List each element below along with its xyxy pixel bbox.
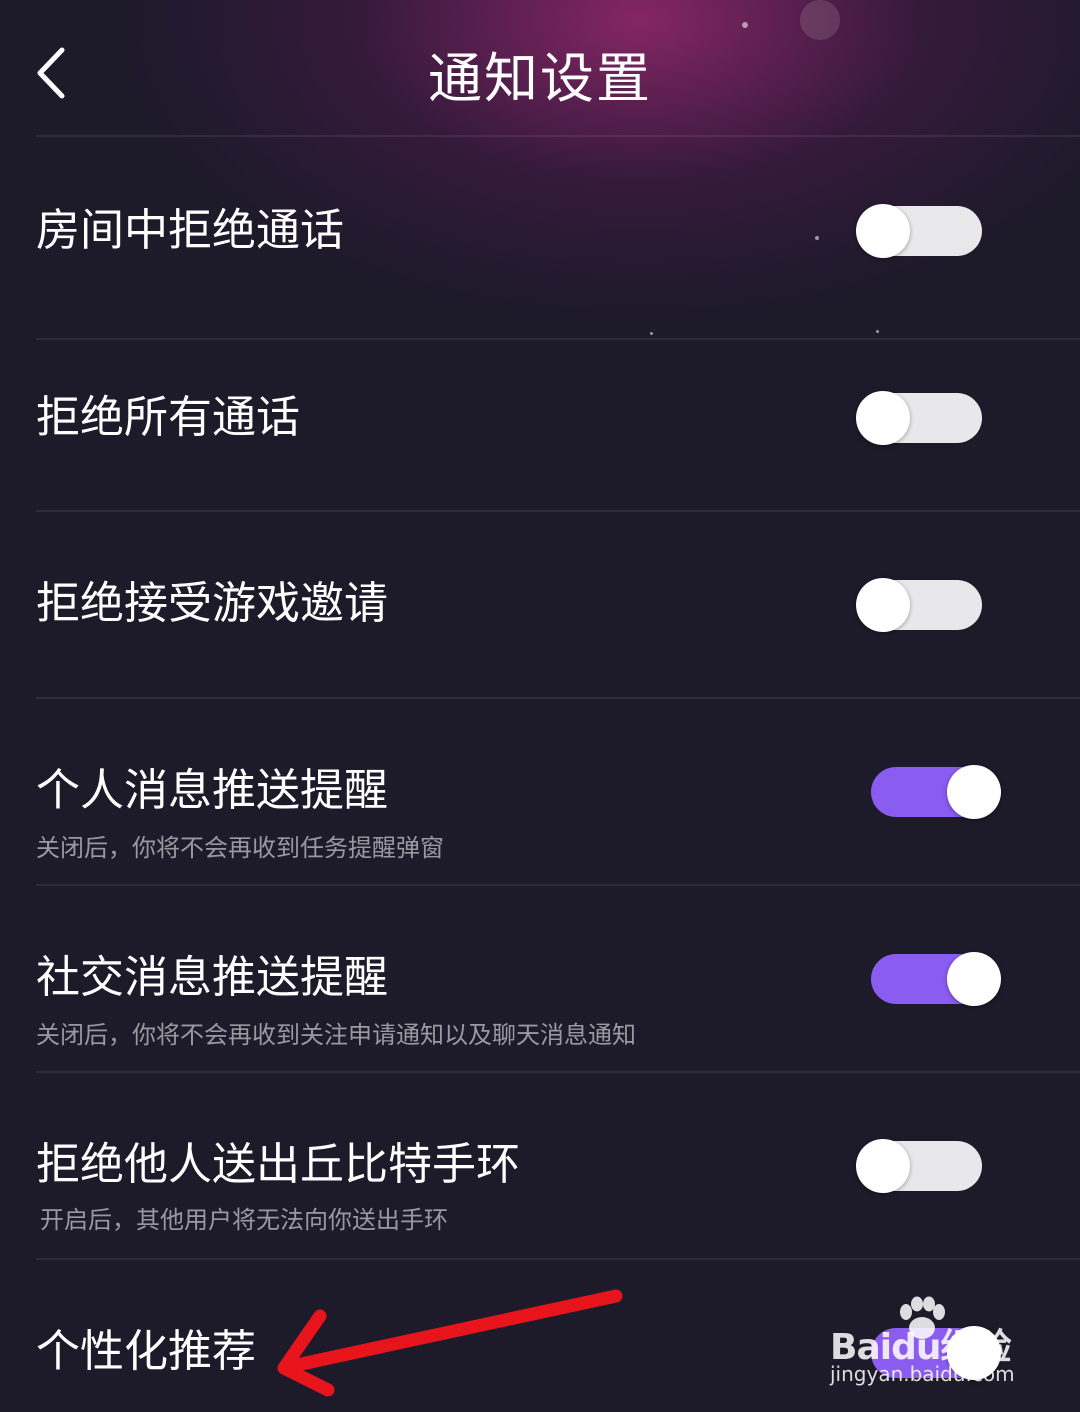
toggle-knob xyxy=(856,1139,910,1193)
setting-row-reject-calls-in-room: 房间中拒绝通话 xyxy=(0,137,1080,338)
setting-label: 社交消息推送提醒 xyxy=(36,952,388,1003)
setting-label: 拒绝他人送出丘比特手环 xyxy=(36,1139,520,1190)
toggle-knob xyxy=(856,578,910,632)
reject-cupid-bracelet-toggle[interactable] xyxy=(856,1139,982,1193)
toggle-knob xyxy=(856,391,910,445)
setting-row-reject-all-calls: 拒绝所有通话 xyxy=(0,340,1080,510)
reject-game-invites-toggle[interactable] xyxy=(856,578,982,632)
social-message-push-toggle[interactable] xyxy=(871,952,1001,1006)
setting-label: 个人消息推送提醒 xyxy=(36,765,388,816)
setting-description: 关闭后，你将不会再收到任务提醒弹窗 xyxy=(36,834,444,862)
setting-description: 开启后，其他用户将无法向你送出手环 xyxy=(40,1206,448,1234)
toggle-knob xyxy=(856,204,910,258)
setting-label: 拒绝所有通话 xyxy=(36,392,300,443)
toggle-knob xyxy=(947,952,1001,1006)
setting-row-social-message-push: 社交消息推送提醒 关闭后，你将不会再收到关注申请通知以及聊天消息通知 xyxy=(0,886,1080,1071)
page-title: 通知设置 xyxy=(428,47,652,110)
setting-row-reject-game-invites: 拒绝接受游戏邀请 xyxy=(0,512,1080,697)
setting-label: 拒绝接受游戏邀请 xyxy=(36,578,388,629)
navigation-header: 通知设置 xyxy=(0,0,1080,136)
setting-label: 房间中拒绝通话 xyxy=(36,205,344,256)
toggle-knob xyxy=(947,1326,1001,1380)
reject-calls-in-room-toggle[interactable] xyxy=(856,204,982,258)
setting-row-reject-cupid-bracelet: 拒绝他人送出丘比特手环 开启后，其他用户将无法向你送出手环 xyxy=(0,1073,1080,1258)
setting-label: 个性化推荐 xyxy=(36,1326,256,1377)
reject-all-calls-toggle[interactable] xyxy=(856,391,982,445)
setting-description: 关闭后，你将不会再收到关注申请通知以及聊天消息通知 xyxy=(36,1021,636,1049)
personal-message-push-toggle[interactable] xyxy=(871,765,1001,819)
toggle-knob xyxy=(947,765,1001,819)
setting-row-personalized-recommendation: 个性化推荐 xyxy=(0,1260,1080,1412)
setting-row-personal-message-push: 个人消息推送提醒 关闭后，你将不会再收到任务提醒弹窗 xyxy=(0,699,1080,884)
personalized-recommendation-toggle[interactable] xyxy=(871,1326,1001,1380)
